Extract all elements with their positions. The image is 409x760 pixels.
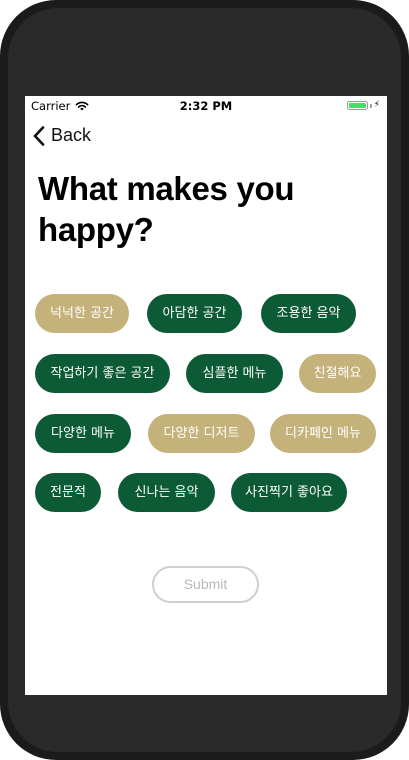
battery-level: [348, 103, 366, 108]
tag-chip[interactable]: 다양한 디저트: [148, 414, 255, 453]
tag-chip[interactable]: 조용한 음악: [261, 294, 356, 333]
tag-chip[interactable]: 다양한 메뉴: [35, 414, 131, 453]
tag-chip[interactable]: 아담한 공간: [147, 294, 242, 333]
submit-button[interactable]: Submit: [152, 566, 259, 603]
status-time: 2:32 PM: [179, 99, 233, 113]
charging-icon: ⚡: [373, 100, 380, 110]
tag-chip[interactable]: 작업하기 좋은 공간: [35, 354, 170, 393]
battery-icon: [346, 101, 368, 110]
tag-chip[interactable]: 신나는 음악: [118, 473, 215, 512]
battery-cap: [369, 103, 372, 108]
tag-chip[interactable]: 심플한 메뉴: [186, 354, 283, 393]
back-label: Back: [51, 125, 92, 145]
tag-chip[interactable]: 사진찍기 좋아요: [231, 473, 347, 512]
back-button[interactable]: Back: [33, 125, 91, 146]
chevron-left-icon: [33, 125, 45, 146]
battery-indicator: ⚡: [346, 100, 380, 110]
tag-chip[interactable]: 넉넉한 공간: [35, 294, 129, 333]
status-bar: Carrier 2:32 PM ⚡: [25, 96, 387, 116]
page-title: What makes you happy?: [38, 170, 295, 248]
tag-chip[interactable]: 전문적: [35, 473, 101, 512]
tag-chip[interactable]: 친절해요: [299, 354, 376, 393]
tag-chip[interactable]: 디카페인 메뉴: [270, 414, 376, 453]
app-screen: Carrier 2:32 PM ⚡ Back What makes you ha…: [25, 96, 387, 695]
